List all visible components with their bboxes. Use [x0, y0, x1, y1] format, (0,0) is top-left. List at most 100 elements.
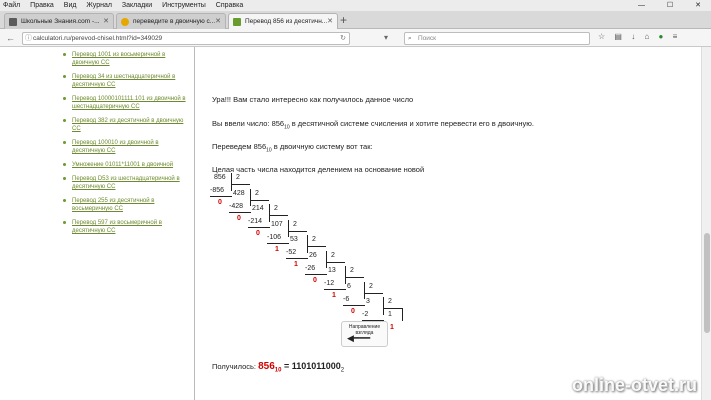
address-bar[interactable]: ⓘ calculatori.ru/perevod-chisel.html?id=…	[22, 32, 350, 45]
divider-line	[345, 266, 346, 284]
close-tab-icon[interactable]: ✕	[103, 14, 109, 29]
remainder-bit: 0	[218, 199, 222, 206]
subtract-value: -52	[286, 249, 297, 256]
tab-bar: Школьные Знания.com -... ✕ переведите в …	[0, 11, 711, 29]
subtract-line	[305, 273, 327, 275]
scrollbar-thumb[interactable]	[704, 233, 710, 333]
divisor: 2	[350, 267, 354, 274]
divider-line	[383, 297, 384, 315]
home-icon[interactable]: ⌂	[644, 32, 649, 41]
close-window-button[interactable]: ✕	[695, 2, 701, 9]
sidebar-link[interactable]: Перевод 100010 из двоичной в десятичную …	[72, 140, 159, 154]
divider-line	[288, 219, 289, 237]
calculator-favicon-icon	[233, 18, 241, 26]
bullet-icon	[63, 141, 66, 144]
divisor: 2	[274, 205, 278, 212]
search-placeholder: Поиск	[418, 35, 437, 42]
reading-list-icon[interactable]: ▤	[614, 32, 622, 41]
menu-tools[interactable]: Инструменты	[162, 2, 206, 9]
subtract-line	[210, 196, 232, 197]
menu-edit[interactable]: Правка	[30, 2, 54, 9]
scrollbar[interactable]	[701, 47, 711, 400]
menu-bookmarks[interactable]: Закладки	[122, 2, 152, 9]
maximize-button[interactable]: ☐	[667, 2, 673, 9]
menu-help[interactable]: Справка	[216, 2, 243, 9]
bullet-icon	[63, 53, 66, 56]
remainder-bit: 1	[275, 245, 279, 253]
menu-history[interactable]: Журнал	[86, 2, 112, 9]
quotient-line	[326, 261, 345, 263]
extension-icon[interactable]: ●	[659, 32, 664, 41]
sidebar-link[interactable]: Перевод 382 из десятичной в двоичную СС	[72, 118, 183, 132]
dropdown-icon[interactable]: ▾	[384, 32, 388, 44]
list-item: Умножение 01011*11001 в двоичной	[60, 161, 186, 169]
tab-shkolnye-znaniya[interactable]: Школьные Знания.com -... ✕	[4, 13, 114, 29]
bullet-icon	[63, 163, 66, 166]
search-icon: ⌕	[408, 35, 412, 42]
close-tab-icon[interactable]: ✕	[327, 14, 333, 29]
minimize-button[interactable]: —	[638, 2, 645, 9]
quotient-line	[383, 308, 402, 309]
subtract-line	[324, 289, 346, 290]
close-tab-icon[interactable]: ✕	[215, 14, 221, 29]
divider-line	[307, 235, 308, 253]
sidebar-link[interactable]: Перевод 34 из шестнадцатеричной в десяти…	[72, 74, 175, 88]
dividend: 428	[233, 189, 245, 197]
sidebar-link[interactable]: Умножение 01011*11001 в двоичной	[72, 162, 173, 168]
sidebar: Перевод 1001 из восьмеричной в двоичную …	[60, 47, 186, 400]
list-item: Перевод 597 из восьмеричной в десятичную…	[60, 219, 186, 235]
subtract-line	[343, 304, 365, 306]
sidebar-link[interactable]: Перевод 255 из десятичной в восьмеричную…	[72, 198, 154, 212]
tab-label: Перевод 856 из десятичн...	[245, 18, 328, 25]
download-icon[interactable]: ↓	[631, 32, 635, 41]
remainder-bit: 0	[237, 214, 241, 222]
list-item: Перевод 382 из десятичной в двоичную СС	[60, 117, 186, 133]
sidebar-link[interactable]: Перевод D53 из шестнадцатеричной в десят…	[72, 176, 180, 190]
sidebar-link[interactable]: Перевод 597 из восьмеричной в десятичную…	[72, 220, 162, 234]
divisor: 2	[236, 174, 240, 181]
search-input[interactable]: ⌕ Поиск	[404, 32, 590, 45]
quotient-line	[345, 277, 364, 278]
list-item: Перевод 255 из десятичной в восьмеричную…	[60, 197, 186, 213]
translate-text: Переведем 85610 в двоичную систему вот т…	[212, 142, 373, 154]
menu-bar: Файл Правка Вид Журнал Закладки Инструме…	[0, 0, 711, 11]
list-item: Перевод 1001 из восьмеричной в двоичную …	[60, 51, 186, 67]
last-quotient: 1	[388, 311, 392, 318]
result-line: Получилось: 85610 = 11010110002	[212, 361, 344, 374]
divider-line	[364, 281, 365, 299]
tab-question[interactable]: переведите в двоичную с... ✕	[116, 13, 226, 29]
quotient-line	[231, 184, 250, 185]
dividend: 107	[271, 220, 283, 228]
new-tab-icon[interactable]: +	[340, 13, 347, 27]
tab-label: Школьные Знания.com -...	[21, 18, 100, 25]
divisor: 2	[255, 189, 259, 197]
dividend: 53	[290, 236, 298, 243]
reload-icon[interactable]: ↻	[340, 33, 346, 44]
bullet-icon	[63, 199, 66, 202]
menu-file[interactable]: Файл	[3, 2, 20, 9]
window-controls: — ☐ ✕	[626, 0, 709, 11]
divisor: 2	[312, 236, 316, 243]
dividend: 6	[347, 282, 351, 290]
url-text: calculatori.ru/perevod-chisel.html?id=34…	[33, 35, 163, 42]
site-favicon-icon	[9, 18, 17, 26]
dividend: 13	[328, 267, 336, 274]
menu-icon[interactable]: ≡	[673, 32, 678, 41]
subtract-line	[248, 227, 270, 228]
list-item: Перевод D53 из шестнадцатеричной в десят…	[60, 175, 186, 191]
sidebar-link[interactable]: Перевод 10000101111.101 из двоичной в ше…	[72, 96, 186, 110]
menu-view[interactable]: Вид	[64, 2, 77, 9]
divisor: 2	[369, 282, 373, 290]
sidebar-link[interactable]: Перевод 1001 из восьмеричной в двоичную …	[72, 52, 165, 66]
dividend: 214	[252, 205, 264, 212]
navigation-bar: ← ⓘ calculatori.ru/perevod-chisel.html?i…	[0, 29, 711, 47]
bullet-icon	[63, 75, 66, 78]
star-icon[interactable]: ☆	[598, 32, 605, 41]
divider-line	[269, 204, 270, 222]
subtract-value: -428	[229, 202, 244, 210]
divider-line	[250, 188, 251, 206]
info-icon[interactable]: ⓘ	[25, 33, 32, 44]
tab-perevod[interactable]: Перевод 856 из десятичн... ✕	[228, 13, 338, 29]
back-arrow-icon[interactable]: ←	[6, 32, 15, 44]
list-item: Перевод 10000101111.101 из двоичной в ше…	[60, 95, 186, 111]
